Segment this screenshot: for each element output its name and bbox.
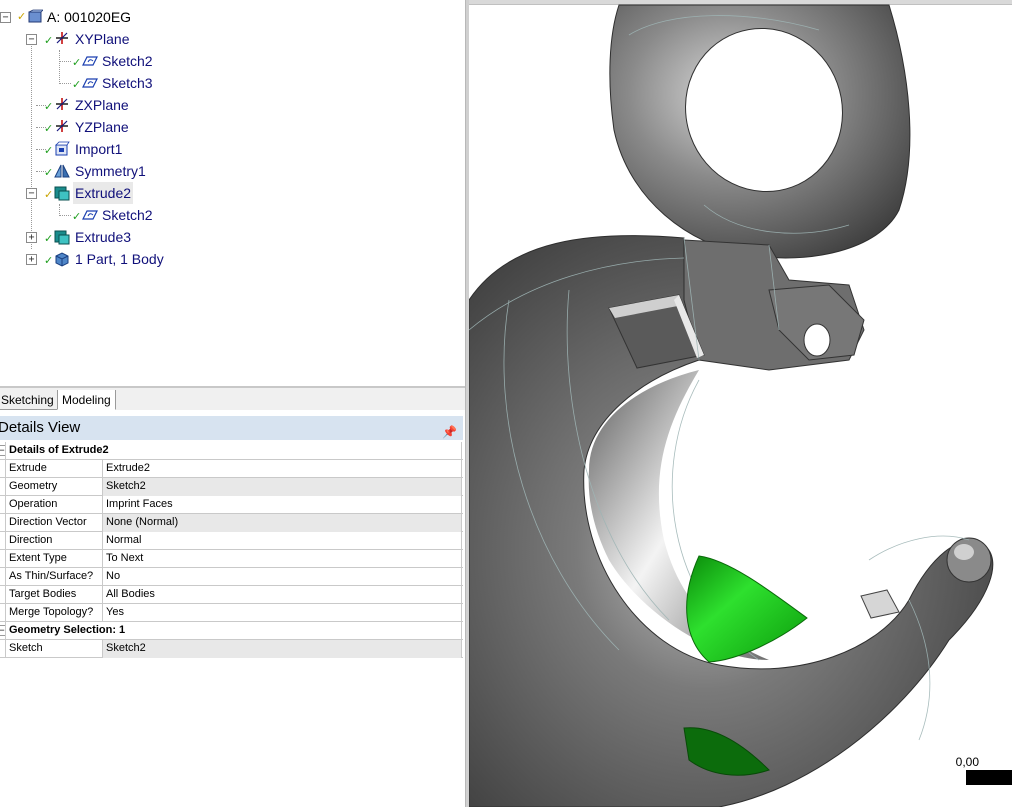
pin-icon[interactable]: 📌 <box>442 420 457 444</box>
details-key: Direction <box>5 532 103 550</box>
tree-guide-line <box>59 50 60 84</box>
details-row[interactable]: Merge Topology? Yes <box>0 604 463 622</box>
status-check-icon: ✓ <box>72 211 82 223</box>
status-check-icon: ✓ <box>44 145 54 157</box>
status-check-icon: ✓ <box>44 101 54 113</box>
details-value[interactable]: Imprint Faces <box>103 496 462 514</box>
collapse-icon[interactable]: − <box>26 188 37 199</box>
left-panel: − ✓ A: 001020EG − ✓ XYPlane ✓ Sketch2 ✓ … <box>0 0 465 807</box>
status-check-icon: ✓ <box>17 11 27 23</box>
plane-axes-icon <box>56 32 68 44</box>
tree-guide-line <box>59 61 71 62</box>
hook-tip <box>946 537 992 583</box>
collapse-icon[interactable]: − <box>0 12 11 23</box>
details-row[interactable]: Direction Normal <box>0 532 463 550</box>
status-check-icon: ✓ <box>44 255 54 267</box>
tree-root-label: A: 001020EG <box>47 9 132 25</box>
sketch-icon <box>82 78 98 88</box>
extrude-icon <box>54 186 70 201</box>
tree-item-label: XYPlane <box>75 31 130 47</box>
details-section-label: Details of Extrude2 <box>5 442 462 460</box>
details-row[interactable]: Sketch Sketch2 <box>0 640 463 658</box>
details-value[interactable]: Sketch2 <box>103 640 462 658</box>
sketch-icon <box>82 56 98 66</box>
hook-tip-highlight <box>954 544 974 560</box>
details-key: Sketch <box>5 640 103 658</box>
tree-guide-line <box>59 83 71 84</box>
details-key: As Thin/Surface? <box>5 568 103 586</box>
details-row[interactable]: Target Bodies All Bodies <box>0 586 463 604</box>
details-key: Geometry <box>5 478 103 496</box>
sketch-icon <box>82 210 98 220</box>
details-section-label: Geometry Selection: 1 <box>5 622 462 640</box>
tree-item-label: Sketch3 <box>102 75 153 91</box>
collapse-icon[interactable]: − <box>26 34 37 45</box>
lug-hole <box>803 323 831 357</box>
details-row[interactable]: Operation Imprint Faces <box>0 496 463 514</box>
tree-guide-line <box>31 44 32 249</box>
latch-pad <box>860 589 900 619</box>
details-value[interactable]: All Bodies <box>103 586 462 604</box>
details-view-title: Details View <box>0 419 81 436</box>
tab-modeling[interactable]: Modeling <box>57 390 116 410</box>
tab-sketching[interactable]: Sketching <box>0 390 59 410</box>
scale-bar <box>966 770 1012 785</box>
details-value[interactable]: Sketch2 <box>103 478 462 496</box>
expand-icon[interactable]: + <box>26 232 37 243</box>
graphics-viewport[interactable]: 0,00 <box>469 0 1012 807</box>
details-value[interactable]: Normal <box>103 532 462 550</box>
status-check-icon: ✓ <box>44 233 54 245</box>
details-value[interactable]: To Next <box>103 550 462 568</box>
details-row[interactable]: As Thin/Surface? No <box>0 568 463 586</box>
status-check-icon: ✓ <box>44 35 54 47</box>
details-table: − Details of Extrude2 Extrude Extrude2 G… <box>0 442 463 658</box>
details-view-header: Details View 📌 <box>0 416 463 440</box>
details-row[interactable]: Extrude Extrude2 <box>0 460 463 478</box>
model-icon <box>28 9 43 23</box>
plane-axes-icon <box>56 98 68 110</box>
details-key: Extrude <box>5 460 103 478</box>
tree-item-label: YZPlane <box>75 119 129 135</box>
symmetry-icon <box>54 164 70 178</box>
scale-label: 0,00 <box>955 755 979 769</box>
tree-item-label: 1 Part, 1 Body <box>75 251 164 267</box>
tree-item-label: Symmetry1 <box>75 163 146 179</box>
extrude-icon <box>54 230 70 245</box>
imprinted-face-selected[interactable] <box>686 555 808 663</box>
status-check-icon: ✓ <box>72 57 82 69</box>
hook-eye <box>609 4 911 259</box>
tree-guide-line <box>59 215 71 216</box>
details-row[interactable]: Extent Type To Next <box>0 550 463 568</box>
status-check-icon: ✓ <box>44 123 54 135</box>
details-row[interactable]: Direction Vector None (Normal) <box>0 514 463 532</box>
tree-item-label: Import1 <box>75 141 123 157</box>
tree-item-label: Extrude3 <box>75 229 132 245</box>
status-check-icon: ✓ <box>72 79 82 91</box>
details-key: Extent Type <box>5 550 103 568</box>
tree-item-label: Sketch2 <box>102 53 153 69</box>
crane-hook-model[interactable] <box>469 0 1012 807</box>
feature-tree: − ✓ A: 001020EG − ✓ XYPlane ✓ Sketch2 ✓ … <box>0 0 465 386</box>
details-value[interactable]: Extrude2 <box>103 460 462 478</box>
import-icon <box>55 141 70 156</box>
plane-axes-icon <box>56 120 68 132</box>
details-section-header[interactable]: − Geometry Selection: 1 <box>0 622 463 640</box>
tree-item-label: Extrude2 <box>73 182 134 204</box>
tree-tabs: Sketching Modeling <box>0 386 465 410</box>
details-key: Operation <box>5 496 103 514</box>
details-section-header[interactable]: − Details of Extrude2 <box>0 442 463 460</box>
details-value[interactable]: None (Normal) <box>103 514 462 532</box>
details-value[interactable]: No <box>103 568 462 586</box>
details-key: Merge Topology? <box>5 604 103 622</box>
details-key: Target Bodies <box>5 586 103 604</box>
body-icon <box>55 252 69 267</box>
tree-item-label: Sketch2 <box>102 207 153 223</box>
details-value[interactable]: Yes <box>103 604 462 622</box>
tree-item-label: ZXPlane <box>75 97 129 113</box>
details-key: Direction Vector <box>5 514 103 532</box>
status-check-icon: ✓ <box>44 167 54 179</box>
status-check-icon: ✓ <box>44 189 54 201</box>
details-row[interactable]: Geometry Sketch2 <box>0 478 463 496</box>
expand-icon[interactable]: + <box>26 254 37 265</box>
